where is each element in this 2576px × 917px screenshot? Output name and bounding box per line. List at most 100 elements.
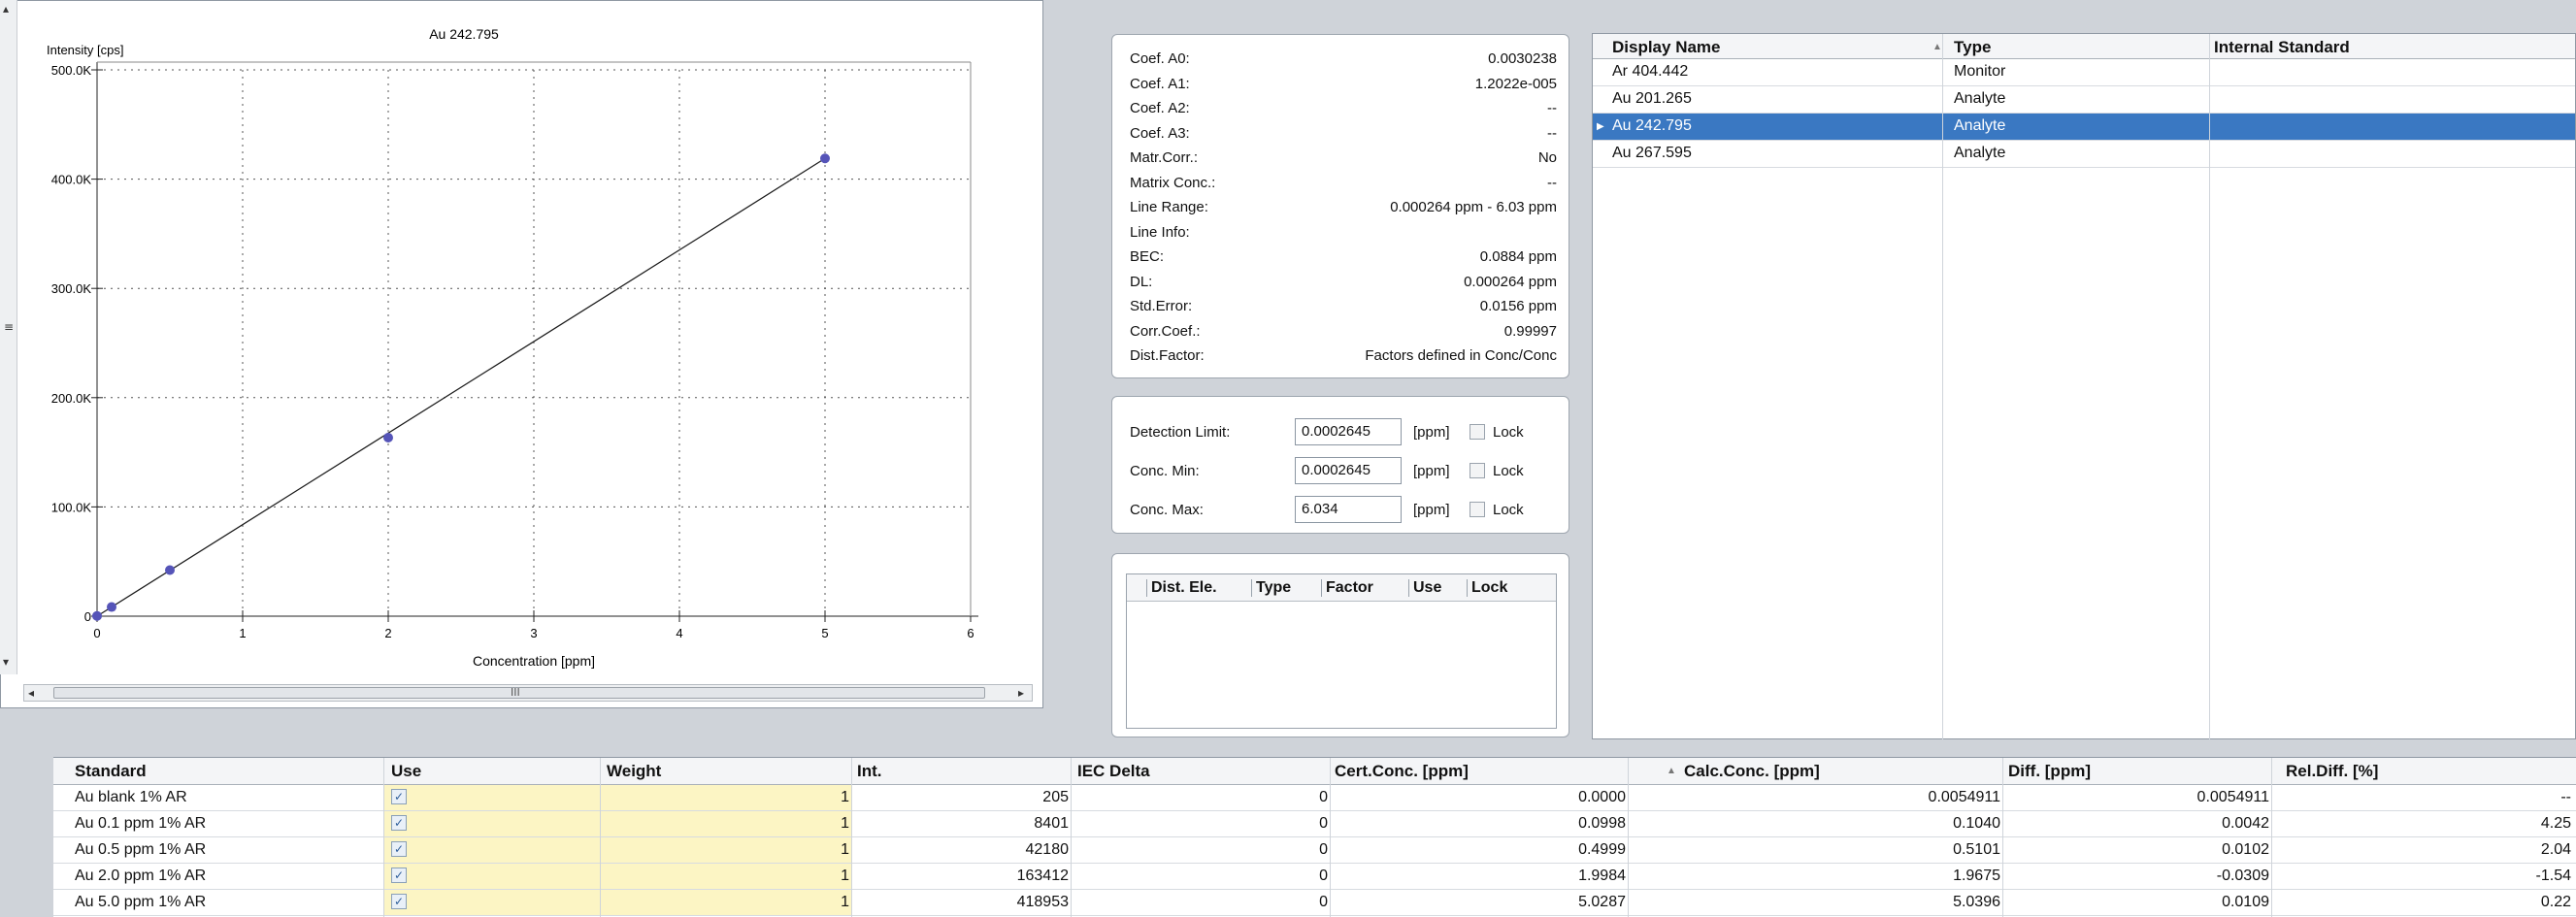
coef-row: Coef. A1: 1.2022e-005 <box>1130 74 1557 95</box>
standards-col-header[interactable]: Weight <box>607 762 661 781</box>
lock-checkbox[interactable] <box>1470 463 1485 478</box>
line-display-table: Display Name Type Internal Standard ▲ Ar 40… <box>1592 33 2576 740</box>
standard-cert[interactable]: 0.4999 <box>1578 841 1626 859</box>
display-col-header[interactable]: Display Name <box>1612 38 1721 57</box>
scroll-thumb[interactable]: III <box>53 686 985 699</box>
standard-row[interactable]: Au 0.5 ppm 1% AR ✓ 1 42180 0 0.4999 0.5101 0.01… <box>53 837 2576 864</box>
standard-row[interactable]: Au 5.0 ppm 1% AR ✓ 1 418953 0 5.0287 5.0396 0.0… <box>53 890 2576 916</box>
standard-row[interactable]: Au 0.1 ppm 1% AR ✓ 1 8401 0 0.0998 0.1040 0.004… <box>53 811 2576 837</box>
scroll-grip-icon: ≡ <box>4 320 15 334</box>
x-tick-label: 1 <box>239 626 246 640</box>
line-row[interactable]: Au 201.265 Analyte <box>1593 86 2575 114</box>
use-checkbox[interactable]: ✓ <box>391 815 407 831</box>
standard-weight[interactable]: 1 <box>841 868 849 885</box>
standards-col-header[interactable]: Diff. [ppm] <box>2008 762 2091 781</box>
scroll-left-icon[interactable]: ◂ <box>28 686 34 700</box>
standard-row[interactable]: Au blank 1% AR ✓ 1 205 0 0.0000 0.0054911 0.005… <box>53 785 2576 811</box>
use-checkbox[interactable]: ✓ <box>391 789 407 804</box>
lock-label: Lock <box>1493 502 1524 518</box>
distribution-table-header: Dist. Ele. Type Factor Use Lock <box>1127 574 1556 602</box>
line-row[interactable]: Ar 404.442 Monitor <box>1593 59 2575 86</box>
distribution-table[interactable]: Dist. Ele. Type Factor Use Lock <box>1126 573 1557 729</box>
coef-value: 1.2022e-005 <box>1474 75 1557 92</box>
standards-col-header[interactable]: Int. <box>857 762 882 781</box>
dist-col-header[interactable]: Type <box>1251 579 1291 597</box>
column-divider <box>1942 34 1943 740</box>
standard-weight[interactable]: 1 <box>841 894 849 911</box>
lock-checkbox[interactable] <box>1470 424 1485 440</box>
display-col-header[interactable]: Internal Standard <box>2214 38 2350 57</box>
standard-rel: 0.22 <box>2540 894 2571 910</box>
standards-col-header[interactable]: Standard <box>75 762 147 781</box>
lock-label: Lock <box>1493 424 1524 441</box>
limit-row: Detection Limit: 0.0002645 [ppm] Lock <box>1130 418 1557 445</box>
lock-checkbox[interactable] <box>1470 502 1485 517</box>
standard-int: 163412 <box>1016 868 1069 884</box>
standard-calc: 0.1040 <box>1953 815 2000 832</box>
standard-row[interactable]: Au 2.0 ppm 1% AR ✓ 1 163412 0 1.9984 1.9675 -0.… <box>53 864 2576 890</box>
calibration-point[interactable] <box>107 602 116 612</box>
standards-col-header[interactable]: Calc.Conc. [ppm] <box>1684 762 1820 781</box>
coef-label: Coef. A3: <box>1130 124 1190 142</box>
limit-input[interactable]: 0.0002645 <box>1295 457 1402 484</box>
standard-weight[interactable]: 1 <box>841 815 849 833</box>
limit-input[interactable]: 0.0002645 <box>1295 418 1402 445</box>
dist-col-header[interactable]: Use <box>1408 579 1441 597</box>
limit-input[interactable]: 6.034 <box>1295 496 1402 523</box>
standard-weight[interactable]: 1 <box>841 841 849 859</box>
dist-col-header[interactable]: Lock <box>1467 579 1507 597</box>
limit-unit: [ppm] <box>1413 424 1450 441</box>
standard-name: Au blank 1% AR <box>75 789 187 805</box>
sort-ascending-icon[interactable]: ▲ <box>1932 42 1942 52</box>
coefficients-group: Coef. A0: 0.0030238 Coef. A1: 1.2022e-005 Co… <box>1111 34 1569 378</box>
dist-col-header[interactable]: Factor <box>1321 579 1373 597</box>
coef-value: -- <box>1547 174 1557 191</box>
scroll-up-icon[interactable]: ▴ <box>3 2 9 16</box>
standards-col-header[interactable]: Cert.Conc. [ppm] <box>1335 762 1469 781</box>
standard-cert[interactable]: 1.9984 <box>1578 868 1626 885</box>
calibration-point[interactable] <box>820 153 830 164</box>
standard-cert[interactable]: 5.0287 <box>1578 894 1626 911</box>
use-checkbox[interactable]: ✓ <box>391 841 407 857</box>
scroll-right-icon[interactable]: ▸ <box>1018 686 1024 700</box>
coef-row: Line Info: <box>1130 222 1557 244</box>
sort-ascending-icon[interactable]: ▲ <box>1667 766 1676 776</box>
standard-calc: 0.5101 <box>1953 841 2000 858</box>
column-divider <box>600 758 601 917</box>
limit-label: Detection Limit: <box>1130 424 1231 441</box>
calibration-chart-panel: Au 242.795 Intensity [cps] Concentration [… <box>0 0 1043 708</box>
column-divider <box>383 758 384 917</box>
chart-vertical-scrollbar[interactable]: ▴ ≡ ▾ <box>0 0 17 674</box>
chart-horizontal-scrollbar[interactable]: ◂ III ▸ <box>23 684 1033 702</box>
calibration-point[interactable] <box>92 610 102 621</box>
calibration-point[interactable] <box>383 432 393 442</box>
standard-weight[interactable]: 1 <box>841 789 849 806</box>
standard-cert[interactable]: 0.0000 <box>1578 789 1626 806</box>
coef-value: Factors defined in Conc/Conc <box>1365 347 1557 364</box>
standards-col-header[interactable]: IEC Delta <box>1077 762 1150 781</box>
standard-rel: 4.25 <box>2540 815 2571 832</box>
limit-label: Conc. Max: <box>1130 502 1204 518</box>
standard-diff: 0.0109 <box>2222 894 2269 910</box>
standards-col-header[interactable]: Rel.Diff. [%] <box>2286 762 2378 781</box>
scroll-down-icon[interactable]: ▾ <box>3 655 9 669</box>
standard-rel: -1.54 <box>2535 868 2571 884</box>
standard-cert[interactable]: 0.0998 <box>1578 815 1626 833</box>
y-axis-label: Intensity [cps] <box>47 43 123 57</box>
coef-label: Coef. A2: <box>1130 100 1190 116</box>
standard-int: 8401 <box>1034 815 1069 832</box>
standard-int: 418953 <box>1016 894 1069 910</box>
line-row[interactable]: ▶ Au 242.795 Analyte <box>1593 114 2575 141</box>
standards-table: Standard Use Weight Int. IEC Delta Cert.Conc.… <box>53 757 2576 917</box>
calibration-point[interactable] <box>165 565 175 575</box>
dist-col-header[interactable]: Dist. Ele. <box>1146 579 1217 597</box>
line-row[interactable]: Au 267.595 Analyte <box>1593 141 2575 168</box>
limit-label: Conc. Min: <box>1130 463 1200 479</box>
coef-row: Matrix Conc.: -- <box>1130 173 1557 194</box>
use-checkbox[interactable]: ✓ <box>391 894 407 909</box>
standard-rel: -- <box>2560 789 2571 805</box>
display-col-header[interactable]: Type <box>1954 38 1991 57</box>
standards-col-header[interactable]: Use <box>391 762 421 781</box>
use-checkbox[interactable]: ✓ <box>391 868 407 883</box>
coef-label: Coef. A1: <box>1130 75 1190 92</box>
